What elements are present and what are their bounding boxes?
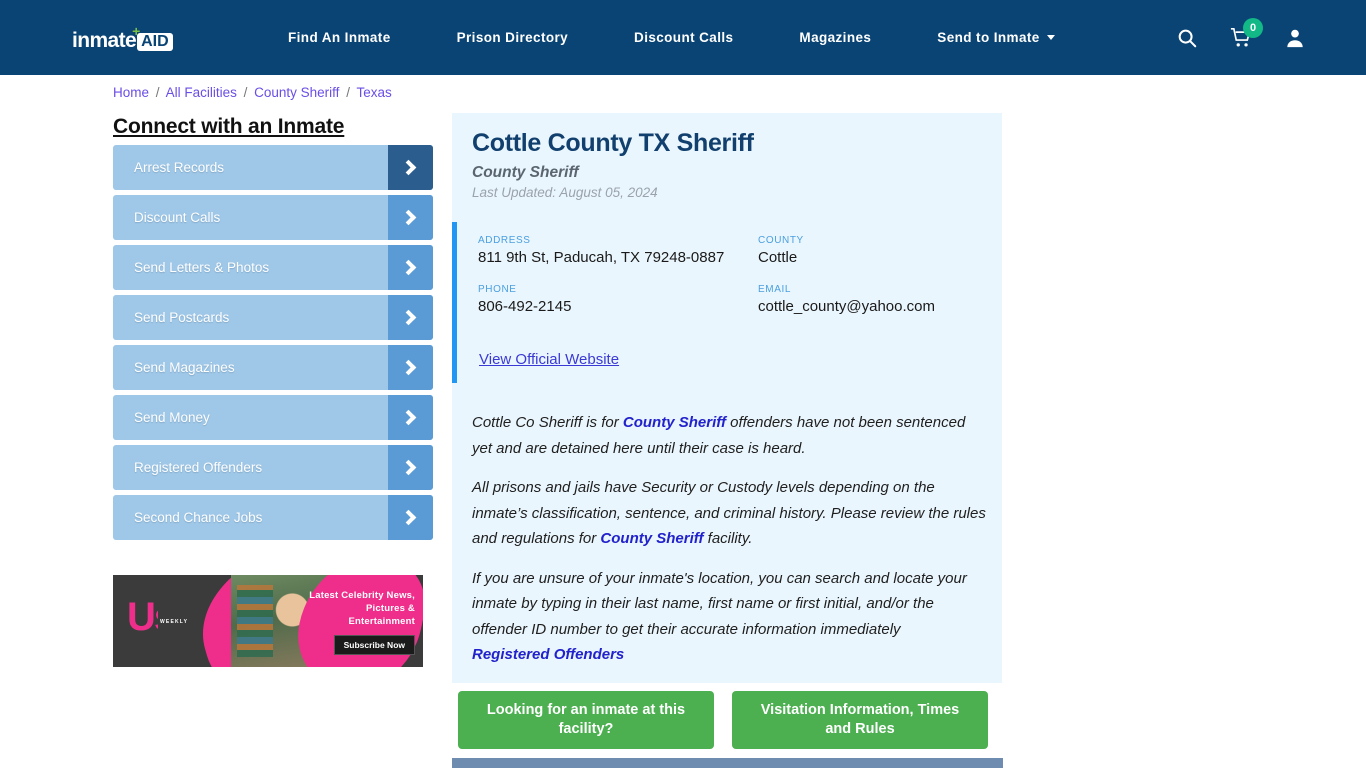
sidebar-item-discount-calls[interactable]: Discount Calls <box>113 195 433 240</box>
facility-last-updated: Last Updated: August 05, 2024 <box>472 185 658 200</box>
top-navigation-bar: inmate + AID Find An Inmate Prison Direc… <box>0 0 1366 75</box>
sidebar-heading: Connect with an Inmate <box>113 115 345 138</box>
sidebar-item-send-letters-photos[interactable]: Send Letters & Photos <box>113 245 433 290</box>
card-accent-bar <box>452 222 457 383</box>
user-account-icon[interactable] <box>1284 27 1306 49</box>
facility-info-card: Cottle County TX Sheriff County Sheriff … <box>452 113 1002 683</box>
nav-item-discount-calls[interactable]: Discount Calls <box>601 0 766 75</box>
logo-aid-badge: + AID <box>132 24 173 51</box>
breadcrumb-separator: / <box>243 85 248 100</box>
sidebar-item-label: Registered Offenders <box>134 460 263 475</box>
nav-label: Discount Calls <box>634 30 734 45</box>
sidebar-item-send-postcards[interactable]: Send Postcards <box>113 295 433 340</box>
breadcrumb-item-county-sheriff[interactable]: County Sheriff <box>254 85 339 100</box>
field-label: ADDRESS <box>478 235 531 246</box>
nav-label: Magazines <box>799 30 872 45</box>
facility-description: Cottle Co Sheriff is for County Sheriff … <box>472 410 987 682</box>
facility-contact-grid: ADDRESS 811 9th St, Paducah, TX 79248-08… <box>478 235 978 333</box>
breadcrumb: Home / All Facilities / County Sheriff /… <box>113 85 392 100</box>
chevron-right-icon <box>388 195 433 240</box>
ad-subscribe-button[interactable]: Subscribe Now <box>333 635 415 655</box>
field-value: cottle_county@yahoo.com <box>758 298 935 315</box>
sidebar-item-second-chance-jobs[interactable]: Second Chance Jobs <box>113 495 433 540</box>
desc-text: If you are unsure of your inmate's locat… <box>472 569 967 638</box>
breadcrumb-item-home[interactable]: Home <box>113 85 149 100</box>
nav-label: Prison Directory <box>456 30 569 45</box>
field-value: 806-492-2145 <box>478 298 572 315</box>
chevron-right-icon <box>388 445 433 490</box>
advertisement-banner[interactable]: Us WEEKLY Latest Celebrity News, Pictures… <box>113 575 423 667</box>
breadcrumb-separator: / <box>155 85 160 100</box>
sidebar-menu: Arrest Records Discount Calls Send Lette… <box>113 145 433 545</box>
plus-cross-icon: + <box>132 23 141 39</box>
breadcrumb-separator: / <box>346 85 350 100</box>
chevron-right-icon <box>388 295 433 340</box>
breadcrumb-item-texas[interactable]: Texas <box>356 85 391 100</box>
registered-offenders-link[interactable]: Registered Offenders <box>472 642 987 668</box>
description-paragraph-1: Cottle Co Sheriff is for County Sheriff … <box>472 410 987 461</box>
chevron-down-icon <box>1046 35 1055 40</box>
cta-button-row: Looking for an inmate at this facility? … <box>458 691 1003 749</box>
facility-name-title: Cottle County TX Sheriff <box>472 129 754 157</box>
field-value: 811 9th St, Paducah, TX 79248-0887 <box>478 249 725 266</box>
nav-item-send-to-inmate[interactable]: Send to Inmate <box>904 0 1087 75</box>
chevron-right-icon <box>388 495 433 540</box>
facility-field-email: EMAIL cottle_county@yahoo.com <box>758 284 978 316</box>
nav-label: Find An Inmate <box>288 30 391 45</box>
desc-text: facility. <box>703 530 753 547</box>
logo-badge-text: AID <box>141 33 169 50</box>
facility-field-phone: PHONE 806-492-2145 <box>478 284 758 316</box>
facility-type-subtitle: County Sheriff <box>472 164 579 181</box>
facility-field-county: COUNTY Cottle <box>758 235 978 267</box>
bottom-section-bar <box>452 758 1003 768</box>
cart-icon[interactable]: 0 <box>1230 17 1263 49</box>
description-paragraph-2: All prisons and jails have Security or C… <box>472 475 987 552</box>
sidebar-item-arrest-records[interactable]: Arrest Records <box>113 145 433 190</box>
chevron-right-icon <box>388 395 433 440</box>
field-label: COUNTY <box>758 235 804 246</box>
nav-item-find-an-inmate[interactable]: Find An Inmate <box>255 0 424 75</box>
ad-copy-block: Latest Celebrity News, Pictures & Entert… <box>307 589 415 655</box>
logo-wordmark: inmate <box>72 29 137 52</box>
ad-headline: Latest Celebrity News, Pictures & Entert… <box>309 590 415 627</box>
sidebar-item-send-money[interactable]: Send Money <box>113 395 433 440</box>
sidebar-item-label: Send Money <box>134 410 210 425</box>
cart-count-badge: 0 <box>1243 17 1263 38</box>
header-icon-group: 0 <box>1176 0 1306 75</box>
description-paragraph-3: If you are unsure of your inmate's locat… <box>472 566 987 668</box>
sidebar-item-send-magazines[interactable]: Send Magazines <box>113 345 433 390</box>
chevron-right-icon <box>388 245 433 290</box>
site-logo[interactable]: inmate + AID <box>72 24 173 52</box>
chevron-right-icon <box>388 345 433 390</box>
facility-field-address: ADDRESS 811 9th St, Paducah, TX 79248-08… <box>478 235 758 267</box>
sidebar-item-label: Arrest Records <box>134 160 225 175</box>
ad-brand-logo: Us WEEKLY <box>127 597 191 643</box>
field-label: EMAIL <box>758 284 792 295</box>
sidebar-item-label: Send Magazines <box>134 360 235 375</box>
field-value: Cottle <box>758 249 798 266</box>
view-official-website-link[interactable]: View Official Website <box>479 351 619 368</box>
desc-text: Cottle Co Sheriff is for <box>472 414 623 431</box>
nav-label: Send to Inmate <box>937 30 1040 45</box>
sidebar-item-label: Send Letters & Photos <box>134 260 270 275</box>
sidebar-item-registered-offenders[interactable]: Registered Offenders <box>113 445 433 490</box>
sidebar-item-label: Send Postcards <box>134 310 230 325</box>
ad-brand-subtitle: WEEKLY <box>158 601 191 643</box>
county-sheriff-link[interactable]: County Sheriff <box>600 530 703 547</box>
sidebar-item-label: Second Chance Jobs <box>134 510 263 525</box>
primary-nav: Find An Inmate Prison Directory Discount… <box>255 0 1088 75</box>
nav-item-prison-directory[interactable]: Prison Directory <box>424 0 601 75</box>
chevron-right-icon <box>388 145 433 190</box>
breadcrumb-item-all-facilities[interactable]: All Facilities <box>166 85 237 100</box>
nav-item-magazines[interactable]: Magazines <box>766 0 904 75</box>
field-label: PHONE <box>478 284 517 295</box>
search-icon[interactable] <box>1176 27 1198 49</box>
sidebar-item-label: Discount Calls <box>134 210 221 225</box>
county-sheriff-link[interactable]: County Sheriff <box>623 414 726 431</box>
visitation-information-button[interactable]: Visitation Information, Times and Rules <box>732 691 988 749</box>
looking-for-inmate-button[interactable]: Looking for an inmate at this facility? <box>458 691 714 749</box>
